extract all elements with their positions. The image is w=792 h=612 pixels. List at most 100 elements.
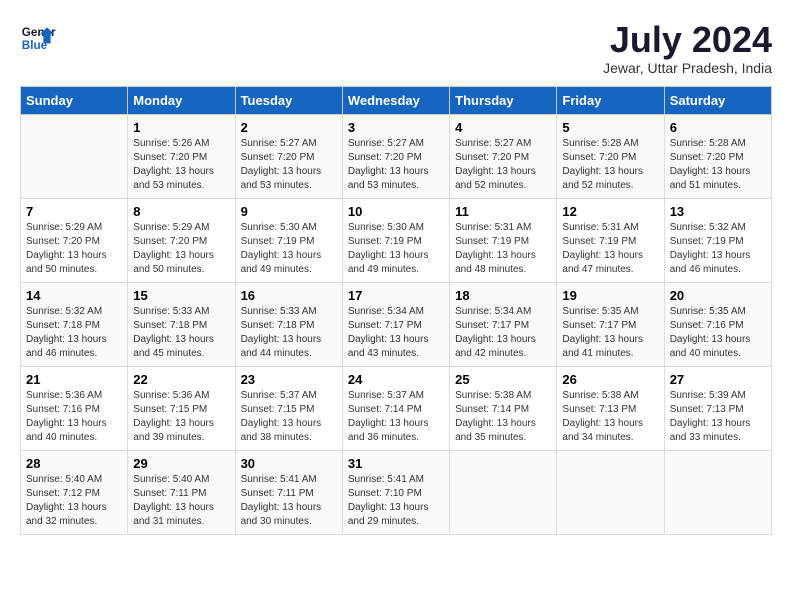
day-cell: 23 Sunrise: 5:37 AM Sunset: 7:15 PM Dayli… — [235, 366, 342, 450]
day-info: Sunrise: 5:36 AM Sunset: 7:16 PM Dayligh… — [26, 389, 122, 445]
day-cell: 26 Sunrise: 5:38 AM Sunset: 7:13 PM Dayli… — [557, 366, 664, 450]
day-info: Sunrise: 5:27 AM Sunset: 7:20 PM Dayligh… — [241, 137, 337, 193]
day-cell: 12 Sunrise: 5:31 AM Sunset: 7:19 PM Dayli… — [557, 198, 664, 282]
day-info: Sunrise: 5:39 AM Sunset: 7:13 PM Dayligh… — [670, 389, 766, 445]
day-info: Sunrise: 5:34 AM Sunset: 7:17 PM Dayligh… — [455, 305, 551, 361]
day-cell: 28Sunrise: 5:40 AM Sunset: 7:12 PM Dayli… — [21, 450, 128, 534]
day-info: Sunrise: 5:26 AM Sunset: 7:20 PM Dayligh… — [133, 137, 229, 193]
day-cell: 13 Sunrise: 5:32 AM Sunset: 7:19 PM Dayli… — [664, 198, 771, 282]
week-row-1: 1Sunrise: 5:26 AM Sunset: 7:20 PM Daylig… — [21, 114, 772, 198]
day-number: 11 — [455, 204, 551, 219]
day-cell: 7Sunrise: 5:29 AM Sunset: 7:20 PM Daylig… — [21, 198, 128, 282]
day-number: 17 — [348, 288, 444, 303]
day-cell: 18Sunrise: 5:34 AM Sunset: 7:17 PM Dayli… — [450, 282, 557, 366]
day-cell: 5 Sunrise: 5:28 AM Sunset: 7:20 PM Daylig… — [557, 114, 664, 198]
day-info: Sunrise: 5:33 AM Sunset: 7:18 PM Dayligh… — [133, 305, 229, 361]
day-info: Sunrise: 5:38 AM Sunset: 7:13 PM Dayligh… — [562, 389, 658, 445]
day-number: 16 — [241, 288, 337, 303]
calendar-table: SundayMondayTuesdayWednesdayThursdayFrid… — [20, 86, 772, 535]
day-info: Sunrise: 5:32 AM Sunset: 7:19 PM Dayligh… — [670, 221, 766, 277]
day-number: 2 — [241, 120, 337, 135]
header-row: SundayMondayTuesdayWednesdayThursdayFrid… — [21, 86, 772, 114]
day-cell — [450, 450, 557, 534]
day-cell: 30 Sunrise: 5:41 AM Sunset: 7:11 PM Dayli… — [235, 450, 342, 534]
day-number: 15 — [133, 288, 229, 303]
day-info: Sunrise: 5:36 AM Sunset: 7:15 PM Dayligh… — [133, 389, 229, 445]
day-cell: 10Sunrise: 5:30 AM Sunset: 7:19 PM Dayli… — [342, 198, 449, 282]
column-header-monday: Monday — [128, 86, 235, 114]
week-row-5: 28Sunrise: 5:40 AM Sunset: 7:12 PM Dayli… — [21, 450, 772, 534]
day-cell: 15 Sunrise: 5:33 AM Sunset: 7:18 PM Dayli… — [128, 282, 235, 366]
day-info: Sunrise: 5:38 AM Sunset: 7:14 PM Dayligh… — [455, 389, 551, 445]
day-info: Sunrise: 5:33 AM Sunset: 7:18 PM Dayligh… — [241, 305, 337, 361]
day-info: Sunrise: 5:30 AM Sunset: 7:19 PM Dayligh… — [241, 221, 337, 277]
logo: General Blue — [20, 20, 56, 56]
title-block: July 2024 Jewar, Uttar Pradesh, India — [603, 20, 772, 76]
day-number: 22 — [133, 372, 229, 387]
day-number: 23 — [241, 372, 337, 387]
day-number: 30 — [241, 456, 337, 471]
day-cell: 1Sunrise: 5:26 AM Sunset: 7:20 PM Daylig… — [128, 114, 235, 198]
day-info: Sunrise: 5:41 AM Sunset: 7:11 PM Dayligh… — [241, 473, 337, 529]
day-cell: 29Sunrise: 5:40 AM Sunset: 7:11 PM Dayli… — [128, 450, 235, 534]
day-number: 10 — [348, 204, 444, 219]
day-cell: 21Sunrise: 5:36 AM Sunset: 7:16 PM Dayli… — [21, 366, 128, 450]
day-cell: 3 Sunrise: 5:27 AM Sunset: 7:20 PM Daylig… — [342, 114, 449, 198]
day-cell: 4 Sunrise: 5:27 AM Sunset: 7:20 PM Daylig… — [450, 114, 557, 198]
day-info: Sunrise: 5:27 AM Sunset: 7:20 PM Dayligh… — [455, 137, 551, 193]
day-cell: 11 Sunrise: 5:31 AM Sunset: 7:19 PM Dayli… — [450, 198, 557, 282]
day-info: Sunrise: 5:35 AM Sunset: 7:17 PM Dayligh… — [562, 305, 658, 361]
day-cell: 14Sunrise: 5:32 AM Sunset: 7:18 PM Dayli… — [21, 282, 128, 366]
day-cell: 19Sunrise: 5:35 AM Sunset: 7:17 PM Dayli… — [557, 282, 664, 366]
day-number: 25 — [455, 372, 551, 387]
day-number: 13 — [670, 204, 766, 219]
column-header-sunday: Sunday — [21, 86, 128, 114]
week-row-2: 7Sunrise: 5:29 AM Sunset: 7:20 PM Daylig… — [21, 198, 772, 282]
day-number: 4 — [455, 120, 551, 135]
day-cell: 27 Sunrise: 5:39 AM Sunset: 7:13 PM Dayli… — [664, 366, 771, 450]
day-info: Sunrise: 5:40 AM Sunset: 7:11 PM Dayligh… — [133, 473, 229, 529]
day-cell: 9 Sunrise: 5:30 AM Sunset: 7:19 PM Daylig… — [235, 198, 342, 282]
day-cell: 16 Sunrise: 5:33 AM Sunset: 7:18 PM Dayli… — [235, 282, 342, 366]
month-title: July 2024 — [603, 20, 772, 60]
day-number: 6 — [670, 120, 766, 135]
day-number: 27 — [670, 372, 766, 387]
day-cell: 25 Sunrise: 5:38 AM Sunset: 7:14 PM Dayli… — [450, 366, 557, 450]
day-number: 5 — [562, 120, 658, 135]
day-info: Sunrise: 5:32 AM Sunset: 7:18 PM Dayligh… — [26, 305, 122, 361]
week-row-4: 21Sunrise: 5:36 AM Sunset: 7:16 PM Dayli… — [21, 366, 772, 450]
day-number: 26 — [562, 372, 658, 387]
day-info: Sunrise: 5:31 AM Sunset: 7:19 PM Dayligh… — [455, 221, 551, 277]
day-info: Sunrise: 5:37 AM Sunset: 7:14 PM Dayligh… — [348, 389, 444, 445]
day-info: Sunrise: 5:41 AM Sunset: 7:10 PM Dayligh… — [348, 473, 444, 529]
day-cell: 24 Sunrise: 5:37 AM Sunset: 7:14 PM Dayli… — [342, 366, 449, 450]
day-info: Sunrise: 5:34 AM Sunset: 7:17 PM Dayligh… — [348, 305, 444, 361]
day-cell: 20 Sunrise: 5:35 AM Sunset: 7:16 PM Dayli… — [664, 282, 771, 366]
day-number: 24 — [348, 372, 444, 387]
day-info: Sunrise: 5:29 AM Sunset: 7:20 PM Dayligh… — [26, 221, 122, 277]
day-cell: 6 Sunrise: 5:28 AM Sunset: 7:20 PM Daylig… — [664, 114, 771, 198]
day-number: 3 — [348, 120, 444, 135]
column-header-tuesday: Tuesday — [235, 86, 342, 114]
column-header-friday: Friday — [557, 86, 664, 114]
day-cell — [21, 114, 128, 198]
day-info: Sunrise: 5:37 AM Sunset: 7:15 PM Dayligh… — [241, 389, 337, 445]
day-number: 12 — [562, 204, 658, 219]
day-info: Sunrise: 5:31 AM Sunset: 7:19 PM Dayligh… — [562, 221, 658, 277]
day-info: Sunrise: 5:28 AM Sunset: 7:20 PM Dayligh… — [670, 137, 766, 193]
day-info: Sunrise: 5:27 AM Sunset: 7:20 PM Dayligh… — [348, 137, 444, 193]
day-info: Sunrise: 5:29 AM Sunset: 7:20 PM Dayligh… — [133, 221, 229, 277]
day-number: 20 — [670, 288, 766, 303]
week-row-3: 14Sunrise: 5:32 AM Sunset: 7:18 PM Dayli… — [21, 282, 772, 366]
day-cell: 22 Sunrise: 5:36 AM Sunset: 7:15 PM Dayli… — [128, 366, 235, 450]
day-number: 9 — [241, 204, 337, 219]
day-cell — [664, 450, 771, 534]
day-cell: 17 Sunrise: 5:34 AM Sunset: 7:17 PM Dayli… — [342, 282, 449, 366]
day-number: 28 — [26, 456, 122, 471]
day-info: Sunrise: 5:28 AM Sunset: 7:20 PM Dayligh… — [562, 137, 658, 193]
day-cell: 2 Sunrise: 5:27 AM Sunset: 7:20 PM Daylig… — [235, 114, 342, 198]
day-number: 31 — [348, 456, 444, 471]
day-info: Sunrise: 5:35 AM Sunset: 7:16 PM Dayligh… — [670, 305, 766, 361]
column-header-saturday: Saturday — [664, 86, 771, 114]
column-header-wednesday: Wednesday — [342, 86, 449, 114]
